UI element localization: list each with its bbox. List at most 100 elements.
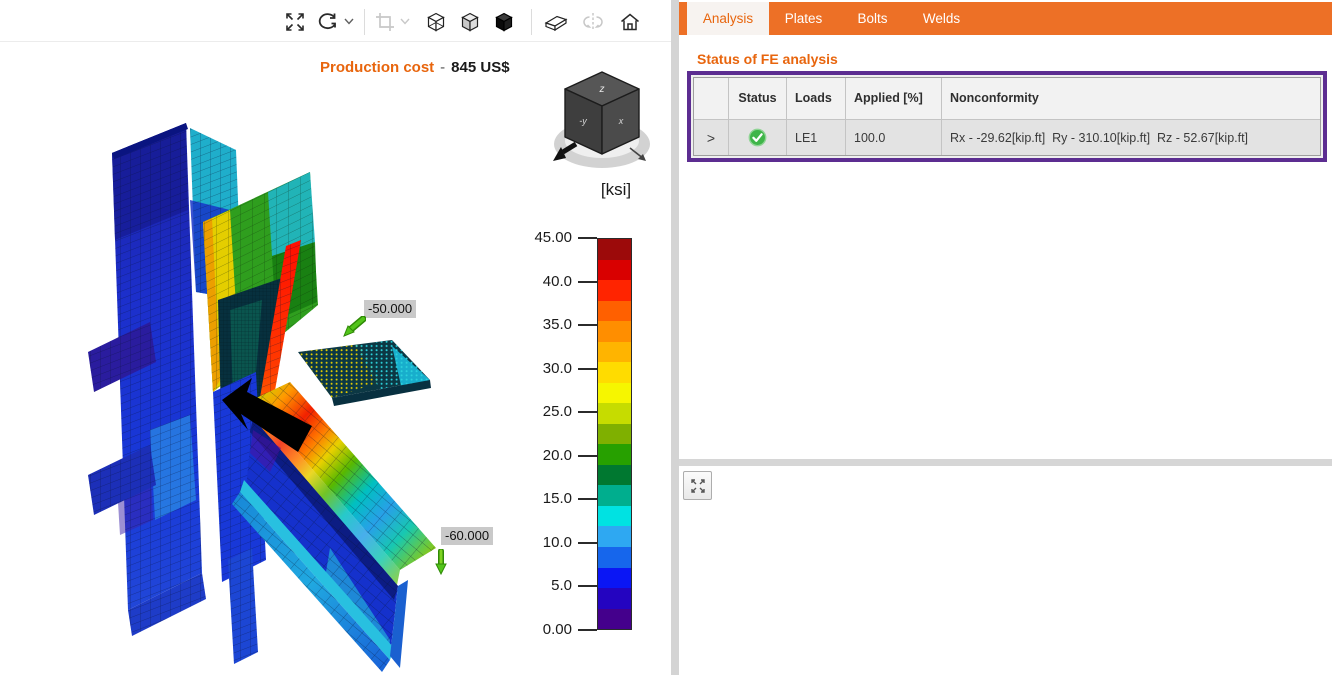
expand-arrows-icon [689, 477, 707, 495]
production-cost: Production cost-845 US$ [320, 59, 510, 76]
cube-y-label: -y [579, 116, 587, 126]
color-band [598, 568, 631, 589]
color-band [598, 506, 631, 527]
rotate-icon [316, 10, 340, 34]
solid-cube-icon [492, 10, 516, 34]
tab-welds[interactable]: Welds [907, 2, 976, 35]
color-band [598, 362, 631, 383]
scale-tick-label: 40.0 [516, 273, 572, 290]
results-panel: Analysis Plates Bolts Welds Status of FE… [679, 0, 1332, 675]
scale-tick-mark [578, 237, 597, 239]
header-loads: Loads [787, 78, 846, 119]
scale-tick-label: 45.00 [516, 229, 572, 246]
header-nonconformity: Nonconformity [942, 78, 1320, 119]
scale-tick-mark [578, 629, 597, 631]
crop-dropdown-chevron-icon[interactable] [400, 18, 410, 26]
tab-bolts[interactable]: Bolts [838, 2, 907, 35]
scale-tick-label: 20.0 [516, 447, 572, 464]
color-band [598, 444, 631, 465]
row-nonconformity: Rx - -29.62[kip.ft] Ry - 310.10[kip.ft] … [942, 119, 1320, 155]
section-crop-button[interactable] [372, 9, 398, 35]
header-applied: Applied [%] [846, 78, 942, 119]
color-scale-unit: [ksi] [592, 180, 640, 200]
scale-tick-label: 15.0 [516, 490, 572, 507]
scale-tick-label: 30.0 [516, 360, 572, 377]
color-band [598, 609, 631, 630]
scale-tick-mark [578, 498, 597, 500]
app-window: Production cost-845 US$ z -y x [0, 0, 1332, 675]
navigation-cube[interactable]: z -y x [550, 62, 654, 174]
scale-tick-mark [578, 281, 597, 283]
header-status: Status [729, 78, 787, 119]
clip-view-button[interactable] [543, 9, 569, 35]
load-arrow-icon-2 [434, 549, 448, 575]
toolbar-separator [364, 9, 365, 35]
expand-view-button[interactable] [683, 471, 712, 500]
fit-view-icon [283, 10, 307, 34]
row-loads: LE1 [787, 119, 846, 155]
tab-analysis[interactable]: Analysis [687, 2, 769, 35]
mirror-view-button[interactable] [580, 9, 606, 35]
color-scale-bands [597, 238, 632, 630]
toolbar-separator [531, 9, 532, 35]
scale-tick-mark [578, 542, 597, 544]
results-tabbar: Analysis Plates Bolts Welds [679, 2, 1332, 35]
scale-tick-label: 0.00 [516, 621, 572, 638]
toolbar-divider [0, 41, 671, 42]
production-cost-separator: - [434, 59, 451, 76]
load-annotation-2: -60.000 [441, 527, 493, 545]
scale-tick-mark [578, 324, 597, 326]
color-band [598, 342, 631, 363]
color-band [598, 424, 631, 445]
table-row[interactable]: > LE1 100.0 Rx - -29.62[kip.ft] Ry - 310… [694, 119, 1320, 155]
scale-tick-label: 10.0 [516, 534, 572, 551]
fe-status-table: Status Loads Applied [%] Nonconformity >… [693, 77, 1321, 156]
color-band [598, 383, 631, 404]
color-band [598, 321, 631, 342]
status-ok-icon [748, 128, 767, 147]
load-annotation-1: -50.000 [364, 300, 416, 318]
shaded-cube-icon [458, 10, 482, 34]
fe-plate-mesh [298, 340, 431, 406]
rotate-dropdown-chevron-icon[interactable] [344, 18, 354, 26]
header-expand [694, 78, 729, 119]
color-band [598, 280, 631, 301]
color-band [598, 465, 631, 486]
section-crop-icon [373, 10, 397, 34]
fit-view-button[interactable] [282, 9, 308, 35]
scale-tick-label: 35.0 [516, 316, 572, 333]
color-band [598, 260, 631, 281]
scale-tick-mark [578, 368, 597, 370]
panel-splitter[interactable] [671, 0, 679, 675]
view-shaded-button[interactable] [457, 9, 483, 35]
scale-tick-label: 25.0 [516, 403, 572, 420]
wireframe-cube-icon [424, 10, 448, 34]
tab-plates[interactable]: Plates [769, 2, 838, 35]
row-applied: 100.0 [846, 119, 942, 155]
production-cost-value: 845 US$ [451, 59, 509, 76]
production-cost-label: Production cost [320, 59, 434, 76]
mirror-icon [581, 10, 605, 34]
bottom-splitter[interactable] [679, 459, 1332, 466]
table-header-row: Status Loads Applied [%] Nonconformity [694, 78, 1320, 119]
home-icon [618, 10, 642, 34]
rotate-view-button[interactable] [315, 9, 341, 35]
view-solid-button[interactable] [491, 9, 517, 35]
color-band [598, 301, 631, 322]
cube-x-label: x [618, 116, 624, 126]
scale-tick-label: 5.0 [516, 577, 572, 594]
3d-viewport[interactable]: Production cost-845 US$ z -y x [0, 0, 671, 675]
color-band [598, 588, 631, 609]
scale-tick-mark [578, 455, 597, 457]
home-view-button[interactable] [617, 9, 643, 35]
scale-tick-mark [578, 411, 597, 413]
color-band [598, 485, 631, 506]
color-band [598, 547, 631, 568]
fe-model-view[interactable] [60, 105, 480, 675]
color-band [598, 403, 631, 424]
row-expand-chevron[interactable]: > [694, 119, 729, 155]
cube-z-label: z [599, 84, 605, 95]
color-band [598, 239, 631, 260]
clip-wedge-icon [543, 10, 569, 34]
view-wireframe-button[interactable] [423, 9, 449, 35]
